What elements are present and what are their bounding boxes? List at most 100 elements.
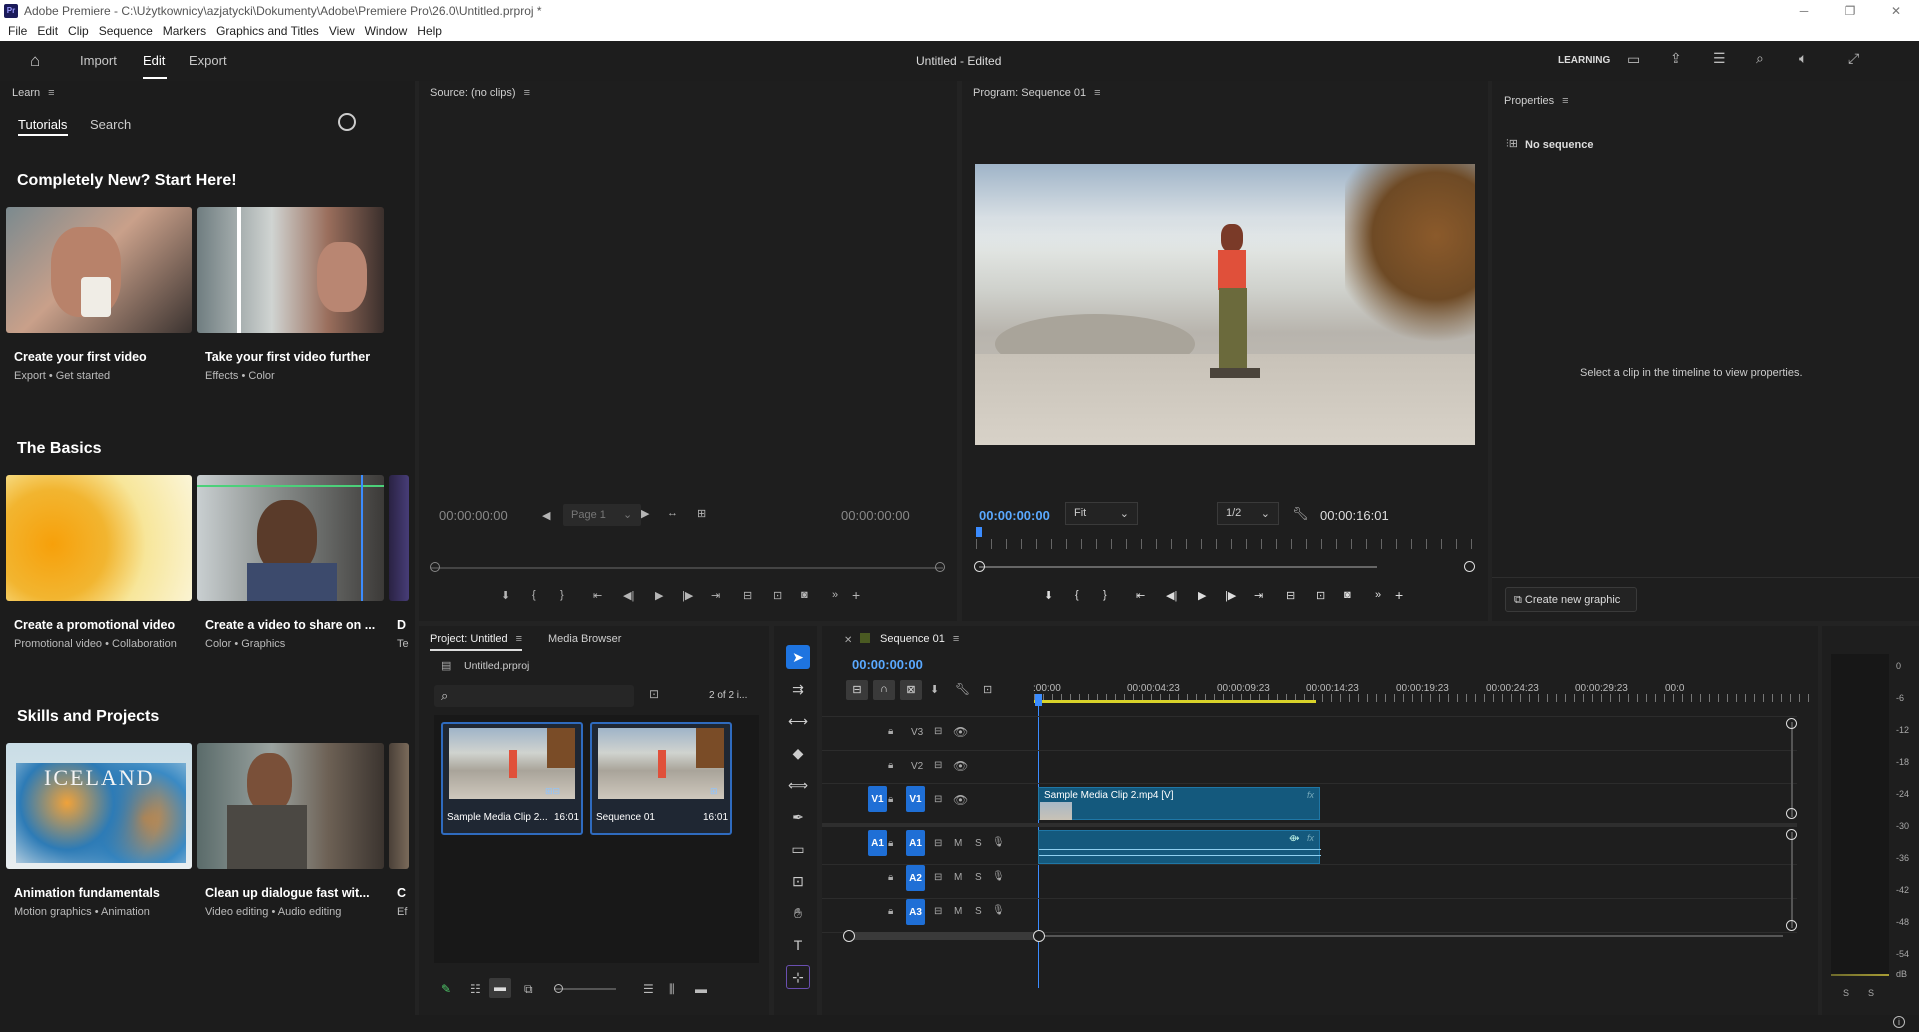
eye-icon[interactable]: 👁︎ — [953, 793, 968, 807]
tutorial-thumbnail[interactable] — [389, 743, 409, 869]
mute-button[interactable]: M — [954, 906, 962, 917]
sync-icon[interactable]: ⊟ — [934, 726, 942, 737]
panel-menu-icon[interactable]: ≡ — [48, 87, 54, 99]
crop-tool-icon[interactable]: ⊡ — [786, 869, 810, 893]
track-select-tool-icon[interactable]: ⇉ — [786, 677, 810, 701]
go-to-in-icon[interactable]: ⇤ — [593, 589, 602, 602]
sync-icon[interactable]: ⊟ — [934, 872, 942, 883]
panel-layout-icon[interactable]: ▭ — [1627, 51, 1640, 68]
meter-solo-left[interactable]: S — [1843, 988, 1849, 998]
info-icon[interactable]: i — [1893, 1016, 1905, 1028]
panel-menu-icon[interactable]: ≡ — [1094, 87, 1100, 99]
lock-icon[interactable]: 🔒︎ — [888, 872, 893, 883]
eye-icon[interactable]: 👁︎ — [953, 725, 968, 739]
tutorial-title[interactable]: Take your first video further — [205, 350, 370, 364]
fullscreen-icon[interactable]: ⤢ — [1848, 50, 1859, 67]
source-patch-a1[interactable]: A1 — [868, 830, 887, 856]
tab-tutorials[interactable]: Tutorials — [18, 117, 67, 132]
tutorial-title[interactable]: Create a promotional video — [14, 618, 175, 632]
step-back-icon[interactable]: ◀| — [1166, 589, 1177, 602]
overwrite-icon[interactable]: ⊡ — [773, 589, 782, 602]
tutorial-thumbnail[interactable] — [197, 475, 384, 601]
menu-markers[interactable]: Markers — [163, 24, 206, 38]
fit-icon[interactable]: ↔ — [667, 507, 678, 519]
search-help-icon[interactable]: ⌕ — [1756, 50, 1764, 67]
share-icon[interactable]: ⇪ — [1670, 50, 1682, 67]
menu-clip[interactable]: Clip — [68, 24, 89, 38]
account-icon[interactable] — [338, 113, 356, 131]
zoom-slider[interactable] — [554, 988, 616, 990]
lock-icon[interactable]: 🔒︎ — [888, 726, 893, 737]
scrubber-handle-left[interactable] — [974, 561, 985, 572]
nav-import[interactable]: Import — [80, 53, 117, 68]
tutorial-thumbnail[interactable] — [6, 207, 192, 333]
menu-edit[interactable]: Edit — [37, 24, 58, 38]
program-playhead-timecode[interactable]: 00:00:00:00 — [979, 508, 1050, 523]
linked-selection-icon[interactable]: ⊠ — [900, 680, 922, 700]
new-folder-icon[interactable]: ▬ — [695, 982, 707, 996]
play-icon[interactable]: ▶ — [1198, 589, 1206, 602]
captions-icon[interactable]: ⊡ — [983, 683, 992, 696]
tutorial-title[interactable]: Create your first video — [14, 350, 147, 364]
go-to-out-icon[interactable]: ⇥ — [1254, 589, 1263, 602]
mute-button[interactable]: M — [954, 838, 962, 849]
tutorial-thumbnail[interactable] — [197, 743, 384, 869]
maximize-icon[interactable]: ❐ — [1827, 0, 1873, 21]
menu-view[interactable]: View — [329, 24, 355, 38]
add-button-icon[interactable]: + — [852, 587, 860, 603]
close-tab-icon[interactable]: ✕ — [844, 635, 852, 646]
program-time-ruler[interactable] — [976, 539, 1476, 549]
tutorial-title[interactable]: D — [397, 618, 406, 632]
tutorial-thumbnail[interactable] — [197, 207, 384, 333]
automate-icon[interactable]: ⫼ — [669, 982, 675, 997]
tutorial-thumbnail[interactable] — [6, 475, 192, 601]
new-bin-icon[interactable]: ⊡ — [649, 687, 659, 701]
lift-icon[interactable]: ⊟ — [1286, 589, 1295, 602]
lock-icon[interactable]: 🔒︎ — [888, 906, 893, 917]
tutorial-title[interactable]: Create a video to share on ... — [205, 618, 375, 632]
lock-icon[interactable]: 🔒︎ — [888, 838, 893, 849]
source-scrubber[interactable] — [431, 567, 943, 569]
slip-tool-icon[interactable]: ⟺ — [786, 773, 810, 797]
scrubber-handle-right[interactable] — [1464, 561, 1475, 572]
menu-help[interactable]: Help — [417, 24, 442, 38]
panel-menu-icon[interactable]: ≡ — [953, 633, 959, 645]
mark-out-icon[interactable]: } — [560, 589, 564, 601]
insert-overwrite-icon[interactable]: ⊟ — [846, 680, 868, 700]
tab-media-browser[interactable]: Media Browser — [548, 633, 621, 645]
next-page-icon[interactable]: ▶ — [641, 507, 649, 520]
insert-icon[interactable]: ⊟ — [743, 589, 752, 602]
av-divider[interactable] — [822, 823, 1797, 827]
rectangle-tool-icon[interactable]: ▭ — [786, 837, 810, 861]
play-icon[interactable]: ▶ — [655, 589, 663, 602]
menu-sequence[interactable]: Sequence — [99, 24, 153, 38]
pencil-icon[interactable]: ✎ — [441, 982, 451, 996]
sort-icon[interactable]: ☰ — [643, 982, 654, 996]
eye-icon[interactable]: 👁︎ — [953, 759, 968, 773]
minimize-icon[interactable]: ─ — [1781, 0, 1827, 21]
pen-tool-icon[interactable]: ✒ — [786, 805, 810, 829]
type-tool-icon[interactable]: T — [786, 933, 810, 957]
tutorial-title[interactable]: Clean up dialogue fast wit... — [205, 886, 370, 900]
audio-scrollbar[interactable] — [1791, 832, 1793, 928]
sync-icon[interactable]: ⊟ — [934, 760, 942, 771]
wrench-icon[interactable]: 🔧︎ — [1292, 506, 1309, 522]
hand-tool-icon[interactable]: ✋︎ — [786, 901, 810, 925]
snap-icon[interactable]: ∩ — [873, 680, 895, 700]
source-patch-v1[interactable]: V1 — [868, 786, 887, 812]
tutorial-thumbnail[interactable]: ICELAND — [6, 743, 192, 869]
step-forward-icon[interactable]: |▶ — [682, 589, 693, 602]
menu-graphics-and-titles[interactable]: Graphics and Titles — [216, 24, 319, 38]
solo-button[interactable]: S — [975, 872, 982, 883]
mute-button[interactable]: M — [954, 872, 962, 883]
add-marker-icon[interactable]: ⬇ — [1044, 589, 1053, 602]
wrench-icon[interactable]: 🔧︎ — [955, 682, 970, 696]
list-view-icon[interactable]: ☷ — [470, 982, 481, 996]
mic-icon[interactable]: 🎙︎ — [992, 871, 1005, 882]
page-selector[interactable]: Page 1 ⌄ — [563, 504, 641, 526]
audio-clip[interactable]: ⟴ fx — [1038, 830, 1321, 864]
lock-icon[interactable]: 🔒︎ — [888, 760, 893, 771]
zoom-fit-select[interactable]: Fit ⌄ — [1065, 502, 1138, 525]
resolution-select[interactable]: 1/2 ⌄ — [1217, 502, 1279, 525]
panel-menu-icon[interactable]: ≡ — [524, 87, 530, 99]
